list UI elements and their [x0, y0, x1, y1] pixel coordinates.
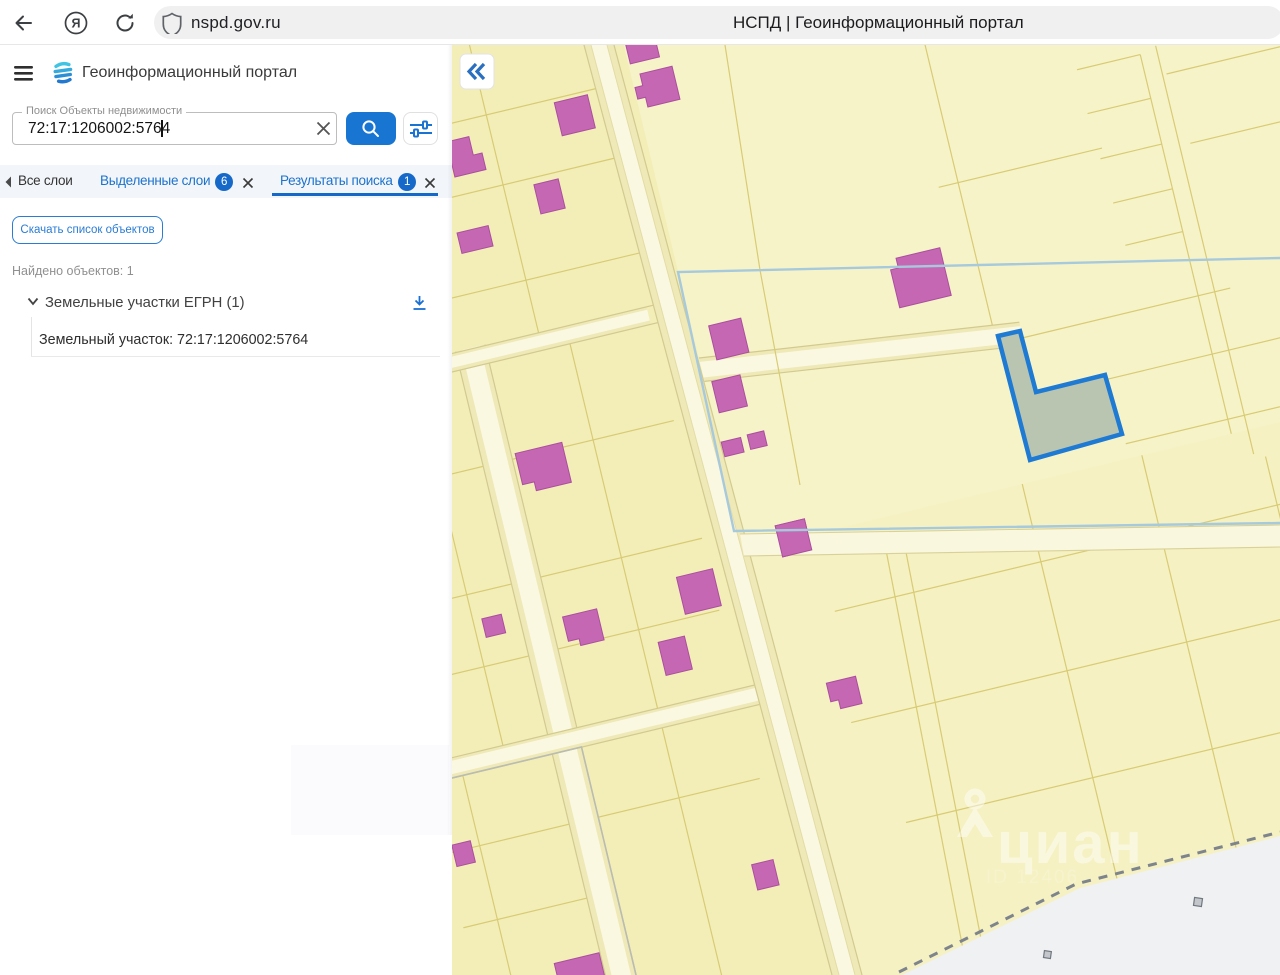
svg-text:Я: Я [72, 17, 81, 31]
svg-text:ID 12406: ID 12406 [986, 867, 1079, 888]
